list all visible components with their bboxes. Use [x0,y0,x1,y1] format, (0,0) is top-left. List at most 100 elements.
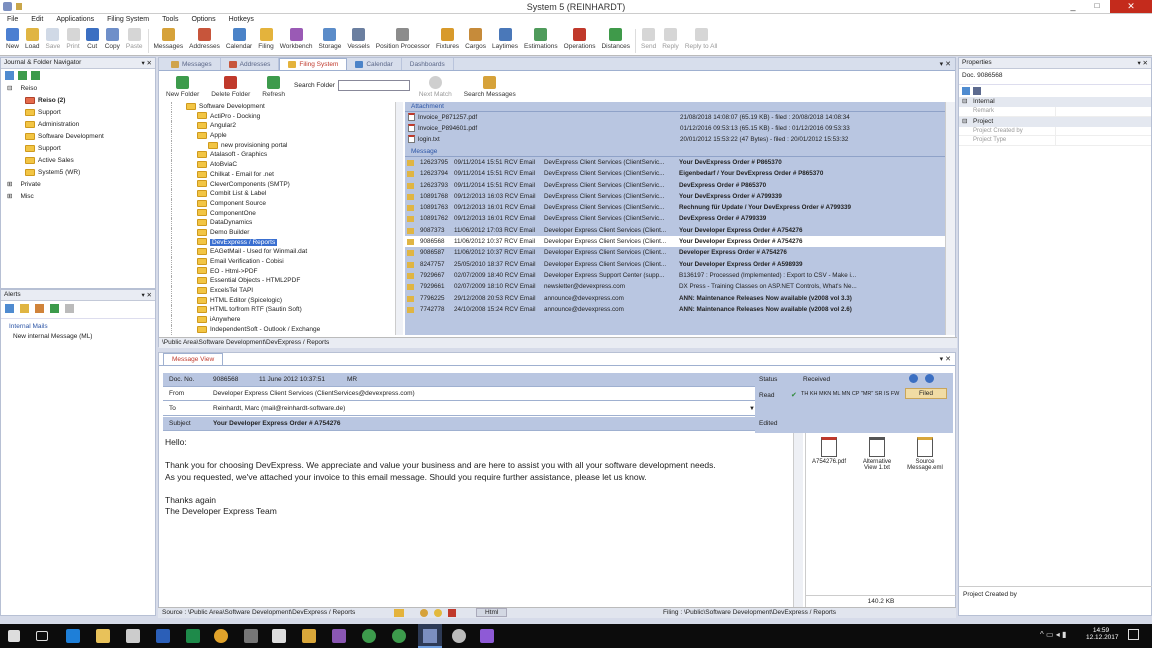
folder-tree-item[interactable]: Combit List & Label [171,189,399,199]
message-row[interactable]: 7929667 02/07/2009 18:40 RCV Email Develop… [405,270,945,281]
menu-applications[interactable]: Applications [49,14,100,23]
collapse-icon[interactable]: ⊟ [962,97,967,107]
new-button[interactable]: New [3,26,22,55]
message-row[interactable]: 10891768 09/12/2013 16:03 RCV Email DevExp… [405,191,945,202]
estimations-button[interactable]: Estimations [521,26,561,55]
fixtures-button[interactable]: Fixtures [433,26,462,55]
folder-tree-item[interactable]: EAGetMail - Used for Winmail.dat [171,247,399,257]
nav-item[interactable]: ⊞ Private [3,179,155,191]
message-row[interactable]: 7929661 02/07/2009 18:10 RCV Email newslet… [405,281,945,292]
cut-button[interactable]: Cut [83,26,102,55]
folder-tree-item[interactable]: HTML Editor (Spicelogic) [171,295,399,306]
nav-item[interactable]: Reiso (2) [3,95,155,107]
alert-icon[interactable] [5,304,14,313]
folder-tree-item[interactable]: Essential Objects - HTML2PDF [171,276,399,287]
task-view-icon[interactable] [36,631,48,641]
folder-tree-item[interactable]: ActiPro - Docking [171,111,399,122]
folder-tree-item[interactable]: Chilkat - Email for .net [171,169,399,180]
cargos-button[interactable]: Cargos [462,26,489,55]
excel-icon[interactable] [186,629,200,643]
tray-icons[interactable]: ^ ▭ ◂ ▮ [1040,630,1066,639]
store-icon[interactable] [126,629,140,643]
menu-tools[interactable]: Tools [155,14,184,23]
filing-button[interactable]: Filing [255,26,277,55]
storage-button[interactable]: Storage [316,26,345,55]
calendar-button[interactable]: Calendar [223,26,255,55]
collapse-icon[interactable]: ⊟ [7,85,12,92]
collapse-icon[interactable]: ⊟ [962,117,967,127]
message-row[interactable]: 10891762 09/12/2013 16:01 RCV Email DevExp… [405,213,945,224]
nav-item[interactable]: Software Development [3,131,155,143]
message-row[interactable]: 12623793 09/11/2014 15:51 RCV Email DevExp… [405,180,945,191]
explorer-icon[interactable] [96,629,110,643]
nav-item[interactable]: Active Sales [3,155,155,167]
reply-to-all-button[interactable]: Reply to All [682,26,721,55]
panel-controls-icon[interactable]: ▾ ✕ [141,59,152,67]
attachment-row[interactable]: login.txt 20/01/2012 15:53:22 (47 Bytes) … [405,134,945,145]
tab-controls-icon[interactable]: ▾ ✕ [936,353,955,365]
folder-tree-item[interactable]: IndependentSoft - Outlook / Exchange [171,324,399,335]
message-row[interactable]: 12623795 09/11/2014 15:51 RCV Email DevExp… [405,157,945,168]
app-icon[interactable] [244,629,258,643]
tab-filing-system[interactable]: Filing System [279,58,348,70]
tab-dashboards[interactable]: Dashboards [402,58,454,70]
folder-tree-item[interactable]: EO - Html->PDF [171,266,399,277]
folder-tree-item[interactable]: Apple [171,131,399,141]
new-folder-button[interactable]: New Folder [163,74,202,98]
message-row[interactable]: 9087373 11/06/2012 17:03 RCV Email Develop… [405,225,945,236]
nav-item[interactable]: ⊟ Reiso [3,83,155,95]
attachment-row[interactable]: Invoice_P871257.pdf 21/08/2018 14:08:07 (… [405,112,945,123]
send-button[interactable]: Send [638,26,659,55]
menu-file[interactable]: File [0,14,24,23]
print-button[interactable]: Print [63,26,82,55]
windows-start-icon[interactable] [8,630,20,642]
folder-tree-item[interactable]: HTML to/from RTF (Sautin Soft) [171,305,399,316]
maximize-button[interactable]: □ [1086,0,1108,13]
search-folder-input[interactable] [337,80,410,91]
word-icon[interactable] [156,629,170,643]
delete-icon[interactable] [65,304,74,313]
property-field[interactable]: Remark [959,107,1151,117]
nav-item[interactable]: Support [3,107,155,119]
nav-item[interactable]: ⊞ Misc [3,191,155,203]
subject-value[interactable]: Your Developer Express Order # A754276 [213,417,341,431]
arrow-up-icon[interactable] [925,374,934,383]
message-row[interactable]: 9086568 11/06/2012 10:37 RCV Email Develop… [405,236,945,248]
journal-icon[interactable] [5,71,14,80]
attachment-file[interactable]: A754276.pdf [808,437,850,471]
messages-button[interactable]: Messages [151,26,187,55]
property-field[interactable]: Project Type [959,136,1151,146]
app-icon[interactable] [392,629,406,643]
save-button[interactable]: Save [42,26,63,55]
body-scrollbar[interactable] [793,433,803,607]
folder-tree-item[interactable]: ExcelsTel TAPI [171,286,399,296]
attachment-file[interactable]: Alternative View 1.txt [856,437,898,471]
refresh-icon[interactable] [50,304,59,313]
tab-messages[interactable]: Messages [163,58,221,70]
visual-studio-icon[interactable] [332,629,346,643]
message-row[interactable]: 9086587 11/06/2012 10:37 RCV Email Develop… [405,247,945,258]
menu-filing-system[interactable]: Filing System [100,14,155,23]
sort-alpha-icon[interactable] [973,87,981,95]
close-button[interactable]: ✕ [1110,0,1152,13]
app-icon[interactable] [480,629,494,643]
menu-options[interactable]: Options [184,14,221,23]
property-field[interactable]: Project Created by [959,126,1151,136]
tab-message-view[interactable]: Message View [163,353,224,365]
folder-tree-scrollbar[interactable] [395,102,403,335]
system5-taskbar-button[interactable] [418,624,442,648]
property-group[interactable]: ⊟ Project [959,116,1151,127]
nav-item[interactable]: Support [3,143,155,155]
add-icon[interactable] [18,71,27,80]
folder-tree-item[interactable]: Angular2 [171,121,399,132]
search-messages-button[interactable]: Search Messages [461,74,519,98]
message-row[interactable]: 12623794 09/11/2014 15:51 RCV Email DevExp… [405,168,945,179]
filed-dropdown[interactable]: Filed [905,388,947,399]
tab-controls-icon[interactable]: ▾ ✕ [936,58,955,70]
tab-addresses[interactable]: Addresses [221,58,280,70]
message-body[interactable]: Hello: Thank you for choosing DevExpress.… [165,437,785,607]
laytimes-button[interactable]: Laytimes [489,26,521,55]
workbench-button[interactable]: Workbench [277,26,316,55]
menu-hotkeys[interactable]: Hotkeys [222,14,260,23]
alert-item[interactable]: New internal Message (ML) [1,330,155,340]
